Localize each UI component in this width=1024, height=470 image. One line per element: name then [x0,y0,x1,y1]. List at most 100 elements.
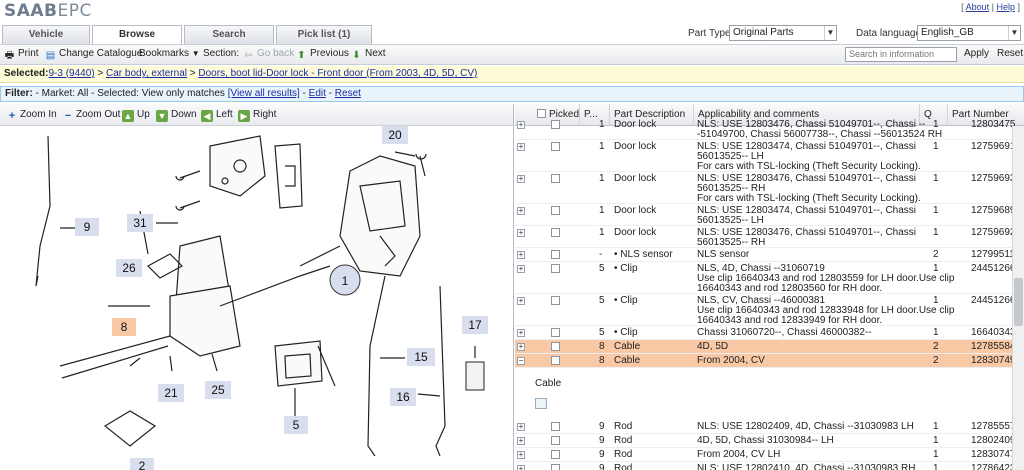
table-row[interactable]: + - • NLS sensor NLS sensor 2 12799511 [515,248,1024,262]
callout-5[interactable]: 5 [284,416,308,434]
breadcrumb-group[interactable]: Car body, external [106,68,187,79]
back-arrow-icon: ⇦ [244,50,253,61]
bookmarks-menu[interactable]: Bookmarks ▼ [139,48,200,59]
callout-15[interactable]: 15 [407,348,435,366]
zoom-in-button[interactable]: + Zoom In [6,109,57,122]
table-row[interactable]: +9 Rod From 2004, CV LH 1 12830747 [515,448,1024,462]
part-type-select[interactable]: Original Parts ▼ [729,25,837,41]
pan-right-button[interactable]: ▶ Right [238,109,276,122]
applicability-line: 56013525-- RH [697,237,766,248]
picked-checkbox[interactable] [551,174,560,183]
table-row[interactable]: +1 Door lock NLS: USE 12803476, Chassi 510… [515,118,1024,140]
pan-left-button[interactable]: ◀ Left [201,109,233,122]
expand-icon[interactable]: + [517,229,525,237]
apply-button[interactable]: Apply [964,48,989,59]
callout-2[interactable]: 2 [130,458,154,470]
expand-icon[interactable]: + [517,121,525,129]
picked-checkbox[interactable] [551,356,560,365]
table-row[interactable]: +9 Rod NLS: USE 12802409, 4D, Chassi --310… [515,420,1024,434]
expand-icon[interactable]: + [517,143,525,151]
table-row[interactable]: +1 Door lock NLS: USE 12803474, Chassi 510… [515,204,1024,226]
expand-icon[interactable]: + [517,465,525,470]
table-row[interactable]: +9 Rod NLS: USE 12802410, 4D, Chassi --310… [515,462,1024,470]
picked-checkbox[interactable] [551,436,560,445]
row-pos: 9 [599,435,605,446]
expand-icon[interactable]: + [517,451,525,459]
table-scrollbar[interactable] [1012,126,1024,470]
picked-checkbox[interactable] [551,120,560,129]
expand-icon[interactable]: + [517,329,525,337]
callout-21[interactable]: 21 [158,384,184,402]
callout-9[interactable]: 9 [75,218,99,236]
next-button[interactable]: ⬇ Next [351,48,385,61]
expand-icon[interactable]: + [517,265,525,273]
expand-icon[interactable]: + [517,437,525,445]
expand-icon[interactable]: + [517,175,525,183]
row-description: • Clip [614,327,638,338]
picked-checkbox[interactable] [551,206,560,215]
picked-checkbox[interactable] [551,296,560,305]
print-button[interactable]: 🖶 Print [4,48,39,61]
picked-checkbox[interactable] [551,342,560,351]
pan-down-button[interactable]: ▼ Down [156,109,197,122]
table-row[interactable]: +1 Door lock NLS: USE 12803474, Chassi 510… [515,140,1024,172]
table-row[interactable]: +5 • Clip NLS, 4D, Chassi --31060719 Use cl… [515,262,1024,294]
table-row[interactable]: − 8 Cable From 2004, CV 2 12830749 [515,354,1024,368]
row-qty: 2 [933,341,939,352]
callout-31[interactable]: 31 [127,214,153,232]
table-row[interactable]: +1 Door lock NLS: USE 12803476, Chassi 510… [515,172,1024,204]
picked-checkbox[interactable] [551,228,560,237]
picked-checkbox[interactable] [551,422,560,431]
callout-25[interactable]: 25 [205,381,231,399]
scrollbar-thumb[interactable] [1014,278,1023,326]
edit-filter-link[interactable]: Edit [309,88,326,99]
picked-checkbox[interactable] [551,328,560,337]
table-row[interactable]: +1 Door lock NLS: USE 12803476, Chassi 510… [515,226,1024,248]
row-description: Door lock [614,173,657,184]
expand-icon[interactable]: + [517,343,525,351]
help-link[interactable]: Help [996,2,1015,12]
callout-1[interactable]: 1 [329,264,361,296]
expand-icon[interactable]: − [517,357,525,365]
table-row[interactable]: +5 • Clip NLS, CV, Chassi --46000381 Use cl… [515,294,1024,326]
table-row[interactable]: +8 Cable 4D, 5D 2 12785584 [515,340,1024,354]
breadcrumb-section[interactable]: Doors, boot lid-Door lock - Front door (… [198,68,477,79]
table-row[interactable]: +5 • Clip Chassi 31060720--, Chassi 460003… [515,326,1024,340]
pan-up-button[interactable]: ▲ Up [122,109,150,122]
picked-checkbox[interactable] [551,450,560,459]
picked-checkbox[interactable] [551,250,560,259]
data-language-select[interactable]: English_GB ▼ [917,25,1021,41]
tab-vehicle[interactable]: Vehicle [2,25,90,44]
change-catalogue-button[interactable]: ▤ Change Catalogue [45,48,143,61]
tab-search[interactable]: Search [184,25,274,44]
zoom-out-button[interactable]: − Zoom Out [62,109,121,122]
tab-pick-list[interactable]: Pick list (1) [276,25,372,44]
callout-17[interactable]: 17 [462,316,488,334]
callout-26[interactable]: 26 [116,259,142,277]
previous-button[interactable]: ⬆ Previous [296,48,349,61]
picked-checkbox[interactable] [551,264,560,273]
picked-checkbox[interactable] [551,464,560,470]
row-applicability: NLS: USE 12803474, Chassi 51049701--, Ch… [697,206,919,226]
reset-filter-link[interactable]: Reset [335,88,361,99]
go-back-button[interactable]: ⇦ Go back [243,48,294,61]
table-row[interactable]: +9 Rod 4D, 5D, Chassi 31030984-- LH 1 128024… [515,434,1024,448]
view-all-results-link[interactable]: [View all results] [228,88,300,99]
search-information-input[interactable]: Search in information [845,47,957,62]
callout-8[interactable]: 8 [112,318,136,336]
expand-icon[interactable]: + [517,423,525,431]
expand-icon[interactable]: + [517,297,525,305]
picked-checkbox[interactable] [551,142,560,151]
top-links: [ About | Help ] [961,2,1020,12]
section-label: Section: [203,48,240,59]
part-type-label: Part Type: [688,28,734,39]
about-link[interactable]: About [966,2,990,12]
svg-text:9: 9 [84,220,91,234]
reset-button[interactable]: Reset [997,48,1023,59]
tab-browse[interactable]: Browse [92,25,182,44]
expand-icon[interactable]: + [517,207,525,215]
callout-20[interactable]: 20 [382,126,408,144]
callout-16[interactable]: 16 [390,388,416,406]
breadcrumb-model[interactable]: 9-3 (9440) [48,68,94,79]
expand-icon[interactable]: + [517,251,525,259]
